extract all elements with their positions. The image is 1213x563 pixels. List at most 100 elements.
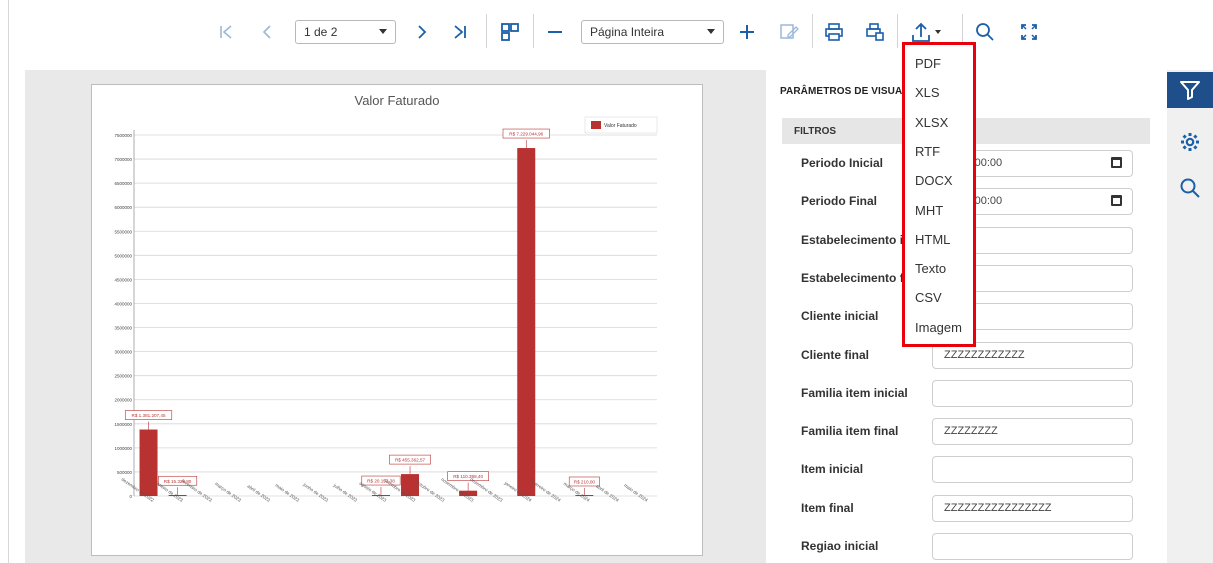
data-label: R$ 210,00 bbox=[574, 479, 596, 484]
x-tick-label: abril de 2023 bbox=[246, 483, 271, 503]
param-input[interactable]: ZZZZZZZZ bbox=[932, 418, 1133, 446]
filter-icon bbox=[1180, 81, 1200, 100]
first-page-button[interactable] bbox=[214, 20, 238, 44]
export-mht[interactable]: MHT bbox=[915, 203, 943, 218]
x-tick-label: julho de 2023 bbox=[332, 482, 359, 503]
plus-icon bbox=[740, 25, 754, 39]
param-input[interactable] bbox=[932, 533, 1133, 560]
export-texto[interactable]: Texto bbox=[915, 261, 946, 276]
export-pdf[interactable]: PDF bbox=[915, 56, 941, 71]
filters-label: FILTROS bbox=[794, 126, 837, 137]
export-menu: PDF XLS XLSX RTF DOCX MHT HTML Texto CSV… bbox=[902, 42, 976, 347]
export-docx[interactable]: DOCX bbox=[915, 173, 953, 188]
x-tick-label: junho de 2023 bbox=[302, 481, 330, 503]
param-label: Item final bbox=[801, 500, 854, 515]
x-tick-label: outubro de 2023 bbox=[415, 480, 446, 504]
param-label: Familia item final bbox=[801, 424, 899, 439]
multi-page-button[interactable] bbox=[497, 18, 523, 46]
legend-label: Valor Faturado bbox=[604, 123, 637, 129]
search-icon bbox=[1180, 178, 1200, 198]
toolbar-separator bbox=[486, 14, 487, 48]
chevron-down-icon bbox=[707, 29, 715, 34]
zoom-select-value: Página Inteira bbox=[590, 25, 665, 39]
chevron-left-icon bbox=[262, 25, 271, 39]
search-icon bbox=[976, 23, 994, 41]
x-tick-label: maio de 2023 bbox=[274, 483, 300, 503]
param-value: ZZZZZZZZZZZZ bbox=[944, 348, 1025, 361]
right-rail bbox=[1167, 70, 1213, 563]
last-page-button[interactable] bbox=[448, 20, 472, 44]
zoom-select[interactable]: Página Inteira bbox=[581, 20, 724, 44]
page-select[interactable]: 1 de 2 bbox=[295, 20, 396, 44]
export-csv[interactable]: CSV bbox=[915, 290, 942, 305]
x-tick-label: maio de 2024 bbox=[623, 483, 649, 503]
bar bbox=[139, 429, 158, 496]
param-value: ZZZZZZZZZZZZZZZZ bbox=[944, 501, 1052, 514]
y-tick-label: 1500000 bbox=[114, 422, 132, 427]
fullscreen-button[interactable] bbox=[1016, 19, 1042, 45]
bar bbox=[517, 148, 536, 496]
chevron-right-icon bbox=[418, 25, 427, 39]
chevron-down-icon bbox=[379, 29, 387, 34]
param-input[interactable]: ZZZZZZZZZZZZZZZZ bbox=[932, 494, 1133, 522]
report-toolbar: 1 de 2 Página Inteira bbox=[0, 0, 1213, 66]
export-xlsx[interactable]: XLSX bbox=[915, 115, 948, 130]
export-xls[interactable]: XLS bbox=[915, 85, 940, 100]
upload-icon bbox=[912, 22, 941, 42]
edit-icon bbox=[780, 24, 799, 39]
param-value: ZZZZZZZZ bbox=[944, 425, 998, 438]
param-input[interactable] bbox=[932, 379, 1133, 407]
grid-pages-icon bbox=[501, 23, 519, 41]
param-label: Regiao inicial bbox=[801, 539, 879, 553]
param-label: Cliente final bbox=[801, 347, 870, 362]
export-html[interactable]: HTML bbox=[915, 232, 950, 247]
rail-search-button[interactable] bbox=[1167, 170, 1213, 206]
calendar-icon[interactable] bbox=[1111, 195, 1122, 207]
printer-icon bbox=[825, 23, 843, 41]
y-tick-label: 3500000 bbox=[114, 326, 132, 331]
next-page-button[interactable] bbox=[410, 20, 434, 44]
print-page-button[interactable] bbox=[862, 19, 888, 45]
calendar-icon[interactable] bbox=[1111, 157, 1122, 168]
toolbar-separator bbox=[812, 14, 813, 48]
last-page-icon bbox=[454, 25, 466, 39]
y-tick-label: 0 bbox=[129, 494, 132, 499]
y-tick-label: 7500000 bbox=[114, 133, 132, 138]
minus-icon bbox=[548, 31, 562, 33]
y-tick-label: 1000000 bbox=[114, 446, 132, 451]
export-imagem[interactable]: Imagem bbox=[915, 320, 962, 335]
previous-page-button[interactable] bbox=[255, 20, 279, 44]
param-label: Estabelecimento ini bbox=[801, 232, 914, 247]
param-label: Estabelecimento fir bbox=[801, 270, 912, 285]
export-rtf[interactable]: RTF bbox=[915, 144, 940, 159]
param-label: Cliente inicial bbox=[801, 309, 879, 324]
y-tick-label: 6000000 bbox=[114, 205, 132, 210]
param-label: Periodo Final bbox=[801, 194, 878, 209]
report-page: Valor Faturado 7500000 7000000 6500000 60000… bbox=[91, 84, 703, 556]
first-page-icon bbox=[220, 25, 232, 39]
x-tick-label: abril de 2024 bbox=[595, 483, 620, 503]
x-tick-label: março de 2023 bbox=[214, 481, 242, 503]
param-label: Familia item inicial bbox=[801, 385, 908, 400]
legend-swatch bbox=[591, 121, 601, 129]
param-input[interactable] bbox=[932, 456, 1133, 484]
y-tick-label: 500000 bbox=[117, 470, 133, 475]
print-page-icon bbox=[866, 23, 884, 41]
filter-button[interactable] bbox=[1167, 72, 1213, 108]
y-tick-label: 4500000 bbox=[114, 277, 132, 282]
fullscreen-icon bbox=[1021, 24, 1037, 40]
param-label: Periodo Inicial bbox=[801, 156, 884, 170]
param-label: Item inicial bbox=[801, 462, 864, 477]
zoom-in-button[interactable] bbox=[735, 20, 759, 44]
edit-button[interactable] bbox=[777, 20, 801, 44]
zoom-out-button[interactable] bbox=[543, 20, 567, 44]
bar-chart: Valor Faturado 7500000 7000000 6500000 60000… bbox=[114, 93, 658, 504]
y-tick-label: 6500000 bbox=[114, 181, 132, 186]
settings-button[interactable] bbox=[1167, 124, 1213, 160]
gear-icon bbox=[1181, 133, 1199, 151]
toolbar-separator bbox=[897, 14, 898, 48]
y-tick-label: 2500000 bbox=[114, 374, 132, 379]
y-tick-label: 7000000 bbox=[114, 157, 132, 162]
data-label: R$ 7.229.044,96 bbox=[509, 132, 543, 137]
print-button[interactable] bbox=[821, 19, 847, 45]
